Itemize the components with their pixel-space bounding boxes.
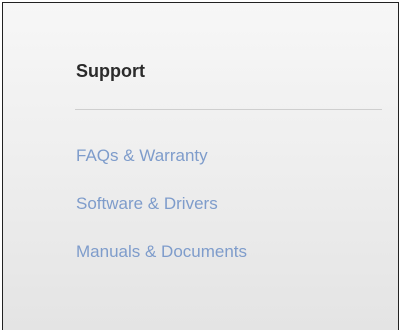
support-link-item: Manuals & Documents [76,242,247,262]
support-link-item: FAQs & Warranty [76,146,208,166]
software-drivers-link[interactable]: Software & Drivers [76,194,218,213]
manuals-documents-link[interactable]: Manuals & Documents [76,242,247,261]
support-link-item: Software & Drivers [76,194,218,214]
support-panel: Support FAQs & Warranty Software & Drive… [2,2,399,330]
support-heading: Support [76,61,145,81]
heading-divider [75,109,382,110]
faqs-warranty-link[interactable]: FAQs & Warranty [76,146,208,165]
